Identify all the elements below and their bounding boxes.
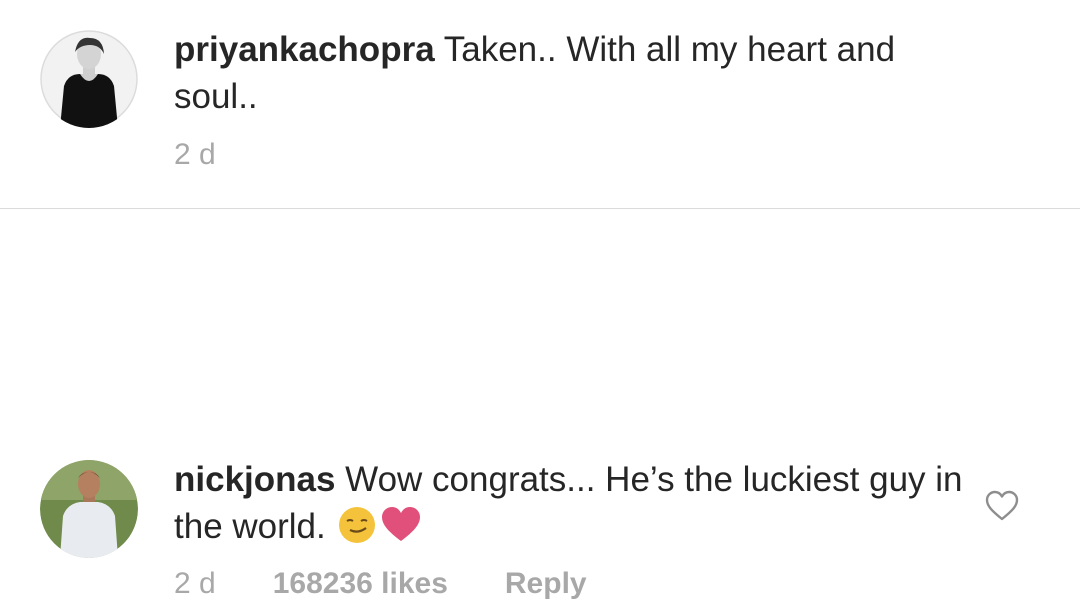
likes-count[interactable]: 168236 likes [273, 567, 448, 601]
comment-body: priyankachopra Taken.. With all my heart… [174, 26, 964, 120]
comment-priyankachopra: priyankachopra Taken.. With all my heart… [0, 0, 1080, 208]
reply-button[interactable]: Reply [505, 567, 587, 601]
comment-meta: 2 d 168236 likes Reply [174, 567, 644, 601]
heart-outline-icon[interactable] [985, 490, 1019, 522]
timestamp: 2 d [174, 567, 216, 600]
timestamp: 2 d [174, 138, 216, 171]
avatar-man-icon [40, 460, 138, 558]
comment-nickjonas: nickjonas Wow congrats... He’s the lucki… [0, 209, 1080, 600]
comment-meta: 2 d [174, 138, 273, 172]
pink-heart-emoji [382, 507, 421, 541]
username-link[interactable]: nickjonas [174, 460, 335, 499]
avatar-priyankachopra[interactable] [40, 30, 138, 128]
avatar-woman-icon [40, 30, 138, 128]
comment-body: nickjonas Wow congrats... He’s the lucki… [174, 456, 964, 550]
smirk-face-emoji [339, 507, 376, 543]
username-link[interactable]: priyankachopra [174, 30, 435, 69]
avatar-nickjonas[interactable] [40, 460, 138, 558]
